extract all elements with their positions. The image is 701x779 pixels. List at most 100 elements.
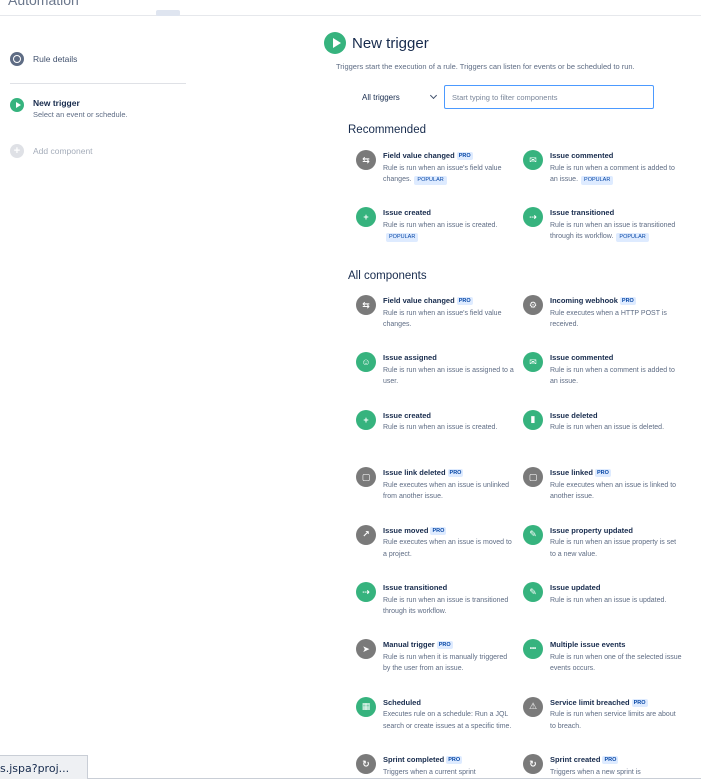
trigger-type-select[interactable]: All triggers xyxy=(356,86,442,108)
component-card[interactable]: ✎ Issue updated Rule is run when an issue … xyxy=(523,582,683,606)
popular-badge: POPULAR xyxy=(386,233,419,242)
component-description: Rule executes when a HTTP POST is receiv… xyxy=(550,309,667,329)
component-card[interactable]: ••• Multiple issue events Rule is run when… xyxy=(523,639,683,675)
component-card[interactable]: ↻ Sprint completed PRO Triggers when a curr… xyxy=(356,754,516,778)
component-title: Issue assigned xyxy=(383,353,437,363)
link-icon: ▢ xyxy=(523,467,543,488)
plus-icon: + xyxy=(356,409,376,430)
calendar-icon: ▦ xyxy=(356,696,376,717)
component-title: Issue transitioned xyxy=(383,583,448,592)
field-change-icon: ⇆ xyxy=(356,150,376,170)
pro-badge: PRO xyxy=(447,469,464,478)
page-title: New trigger xyxy=(352,34,429,52)
component-description: Triggers when a current sprint xyxy=(383,768,476,776)
component-description: Rule is run when an issue is updated. xyxy=(550,596,667,604)
page-description: Triggers start the execution of a rule. … xyxy=(336,62,635,71)
transition-icon: ⇢ xyxy=(356,582,376,602)
add-icon xyxy=(10,144,24,158)
component-card[interactable]: ▢ Issue link deleted PRO Rule executes when… xyxy=(356,467,516,503)
component-title: Field value changed xyxy=(383,151,455,160)
component-card[interactable]: + Issue created Rule is run when an issue … xyxy=(356,207,516,243)
component-description: Triggers when a new sprint is xyxy=(550,768,641,776)
pro-badge: PRO xyxy=(456,152,473,160)
component-card[interactable]: ▢ Issue linked PRO Rule executes when an is… xyxy=(523,467,683,503)
component-title: Multiple issue events xyxy=(550,640,626,650)
component-description: Rule is run when an issue is transitione… xyxy=(383,596,509,616)
step-rule-details[interactable]: Rule details xyxy=(10,52,77,66)
component-card[interactable]: ⇢ Issue transitioned Rule is run when an i… xyxy=(356,582,516,618)
component-description: Rule is run when an issue is assigned to… xyxy=(383,366,514,386)
component-description: Rule is run when an issue's field value … xyxy=(383,309,502,329)
pro-badge: PRO xyxy=(631,698,648,707)
select-value: All triggers xyxy=(362,92,400,102)
component-card[interactable]: + Issue created Rule is run when an issue … xyxy=(356,409,516,434)
component-card[interactable]: ▮ Issue deleted Rule is run when an issue … xyxy=(523,409,683,434)
component-card[interactable]: ⇆ Field value changed PRO Rule is run when … xyxy=(356,295,516,331)
component-card[interactable]: ✉ Issue commented Rule is run when a comme… xyxy=(523,352,683,388)
status-url: s.jspa?proj... xyxy=(0,755,88,779)
component-title: Issue deleted xyxy=(550,410,598,420)
chevron-down-icon xyxy=(429,91,438,100)
step-sublabel: Select an event or schedule. xyxy=(33,110,128,119)
component-card[interactable]: ⇢ Issue transitioned Rule is run when an i… xyxy=(523,207,683,243)
filter-search-input[interactable]: Start typing to filter components xyxy=(444,85,654,109)
comment-icon: ✉ xyxy=(523,150,543,170)
status-url-text: s.jspa?proj... xyxy=(0,762,70,775)
pro-badge: PRO xyxy=(436,641,453,650)
pro-badge: PRO xyxy=(446,756,463,765)
cursor-icon: ➤ xyxy=(356,639,376,660)
property-icon: ✎ xyxy=(523,524,543,545)
trigger-icon xyxy=(10,98,24,112)
popular-badge: POPULAR xyxy=(581,176,614,185)
component-card[interactable]: ✉ Issue commented Rule is run when a comme… xyxy=(523,150,683,186)
component-description: Rule is run when service limits are abou… xyxy=(550,711,676,730)
pro-badge: PRO xyxy=(430,526,447,535)
all-components-heading: All components xyxy=(348,270,427,282)
component-card[interactable]: ▦ Scheduled Executes rule on a schedule: R… xyxy=(356,696,516,733)
component-title: Issue commented xyxy=(550,353,614,363)
transition-icon: ⇢ xyxy=(523,207,543,227)
step-add-component[interactable]: Add component xyxy=(10,144,93,158)
component-card[interactable]: ⚠ Service limit breached PRO Rule is run wh… xyxy=(523,696,683,733)
component-title: Issue updated xyxy=(550,583,601,592)
pencil-icon: ✎ xyxy=(523,582,543,602)
pro-badge: PRO xyxy=(619,297,636,305)
component-title: Manual trigger xyxy=(383,640,435,650)
component-title: Issue commented xyxy=(550,151,614,160)
step-label: Rule details xyxy=(33,54,78,64)
step-label: Add component xyxy=(33,146,93,156)
component-title: Issue created xyxy=(383,208,431,217)
component-card[interactable]: ⚙ Incoming webhook PRO Rule executes when a… xyxy=(523,295,683,331)
component-card[interactable]: ⇆ Field value changed PRO Rule is run when … xyxy=(356,150,516,186)
component-card[interactable]: ✎ Issue property updated Rule is run when … xyxy=(523,524,683,561)
component-description: Executes rule on a schedule: Run a JQL s… xyxy=(383,711,512,730)
component-title: Issue property updated xyxy=(550,525,633,535)
rule-details-icon xyxy=(10,52,24,66)
move-icon: ↗ xyxy=(356,524,376,545)
user-icon: ☺ xyxy=(356,352,376,373)
more-icon: ••• xyxy=(523,639,543,660)
component-title: Service limit breached xyxy=(550,697,630,707)
component-description: Rule executes when an issue is linked to… xyxy=(550,481,677,501)
component-card[interactable]: ➤ Manual trigger PRO Rule is run when it is… xyxy=(356,639,516,675)
component-card[interactable]: ☺ Issue assigned Rule is run when an issue… xyxy=(356,352,516,388)
component-title: Sprint created xyxy=(550,755,601,765)
component-title: Incoming webhook xyxy=(550,296,618,305)
search-placeholder: Start typing to filter components xyxy=(452,92,558,102)
component-description: Rule is run when an issue property is se… xyxy=(550,539,677,558)
popular-badge: POPULAR xyxy=(414,176,447,185)
component-title: Issue linked xyxy=(550,468,593,478)
step-new-trigger[interactable]: New trigger Select an event or schedule. xyxy=(10,98,128,120)
panel-header: New trigger xyxy=(324,32,701,54)
pro-badge: PRO xyxy=(602,756,619,765)
app-title: Automation xyxy=(8,0,79,8)
recommended-heading: Recommended xyxy=(348,124,426,136)
component-description: Rule is run when an issue is created. xyxy=(383,424,498,432)
plus-icon: + xyxy=(356,207,376,227)
component-card[interactable]: ↗ Issue moved PRO Rule executes when an iss… xyxy=(356,524,516,561)
top-bar: Automation xyxy=(0,0,701,16)
trigger-icon xyxy=(324,32,346,54)
pro-badge: PRO xyxy=(594,469,611,478)
component-description: Rule executes when an issue is unlinked … xyxy=(383,481,510,501)
component-card[interactable]: ↻ Sprint created PRO Triggers when a new sp… xyxy=(523,754,683,778)
